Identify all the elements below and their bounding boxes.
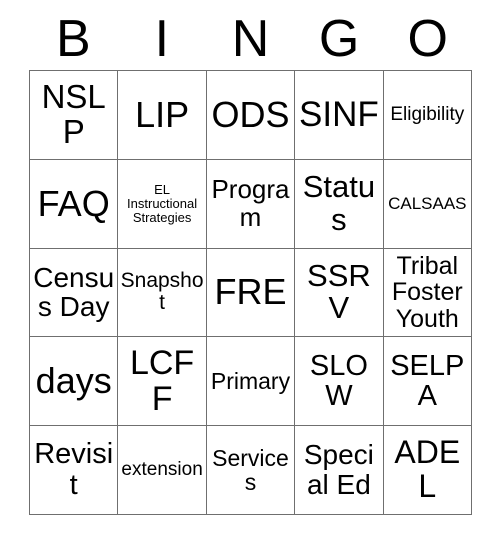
bingo-cell[interactable]: SINF (295, 71, 384, 160)
bingo-cell[interactable]: Status (295, 159, 384, 249)
bingo-cell[interactable]: LIP (118, 71, 207, 160)
bingo-cell[interactable]: Primary (206, 337, 296, 427)
bingo-cell[interactable]: Snapshot (118, 248, 207, 338)
bingo-cell-label: extension (121, 459, 203, 481)
bingo-cell-label: FAQ (37, 182, 110, 224)
bingo-cell[interactable]: Program (206, 159, 296, 249)
bingo-cell-label: days (35, 360, 112, 402)
bingo-cell-label: Tribal Foster Youth (391, 251, 463, 333)
bingo-cell-label: Snapshot (120, 269, 204, 315)
bingo-card: B I N G O NSLP LIP ODS SINF Eligibility … (0, 0, 500, 544)
bingo-cell[interactable]: FAQ (30, 159, 119, 249)
bingo-cell[interactable]: extension (118, 426, 207, 515)
bingo-header-row: B I N G O (29, 8, 472, 70)
bingo-cell-label: Program (211, 174, 290, 232)
bingo-cell-label: SINF (299, 95, 379, 135)
bingo-cell-label: Services (212, 444, 289, 496)
bingo-cell[interactable]: CALSAAS (383, 159, 472, 249)
bingo-cell[interactable]: Revisit (30, 426, 119, 515)
bingo-cell[interactable]: Special Ed (295, 426, 384, 515)
bingo-cell[interactable]: Eligibility (383, 71, 472, 160)
bingo-cell[interactable]: LCFF (118, 337, 207, 427)
bingo-cell[interactable]: SSRV (295, 248, 384, 338)
bingo-cell[interactable]: ADEL (383, 426, 472, 515)
bingo-cell-label: Revisit (34, 438, 114, 502)
bingo-cell[interactable]: days (30, 337, 119, 427)
bingo-cell-label: FRE (214, 271, 287, 313)
bingo-cell-label: Special Ed (303, 439, 374, 501)
bingo-cell-label: LIP (135, 93, 190, 135)
bingo-cell[interactable]: EL Instructional Strategies (118, 159, 207, 249)
bingo-cell[interactable]: Services (206, 426, 296, 515)
bingo-cell-label: Census Day (33, 261, 115, 323)
bingo-cell[interactable]: SELPA (383, 337, 472, 427)
bingo-cell-label: SSRV (307, 257, 371, 326)
bingo-cell-label: ADEL (394, 434, 461, 505)
bingo-cell[interactable]: NSLP (30, 71, 119, 160)
bingo-header-letter-o: O (407, 10, 448, 68)
bingo-cell-label: EL Instructional Strategies (127, 182, 198, 225)
bingo-header-letter-i: I (154, 10, 170, 68)
bingo-cell-label: ODS (211, 93, 290, 135)
bingo-header-letter-b: B (55, 10, 91, 68)
bingo-cell-label: Status (302, 168, 376, 237)
bingo-cell-label: CALSAAS (388, 193, 467, 213)
bingo-cell-label: Eligibility (390, 103, 465, 125)
bingo-cell-label: LCFF (129, 344, 195, 419)
bingo-cell-label: SLOW (309, 349, 368, 413)
bingo-cell-label: SELPA (390, 349, 465, 413)
bingo-grid: NSLP LIP ODS SINF Eligibility FAQ EL Ins… (29, 70, 472, 515)
bingo-cell[interactable]: Census Day (30, 248, 119, 338)
bingo-header-letter-n: N (231, 10, 270, 68)
bingo-cell[interactable]: Tribal Foster Youth (383, 248, 472, 338)
bingo-cell-label: Primary (210, 368, 291, 395)
bingo-cell-label: NSLP (41, 77, 106, 150)
bingo-cell[interactable]: SLOW (295, 337, 384, 427)
bingo-cell[interactable]: ODS (206, 71, 296, 160)
bingo-cell[interactable]: FRE (206, 248, 296, 338)
bingo-header-letter-g: G (318, 10, 360, 68)
